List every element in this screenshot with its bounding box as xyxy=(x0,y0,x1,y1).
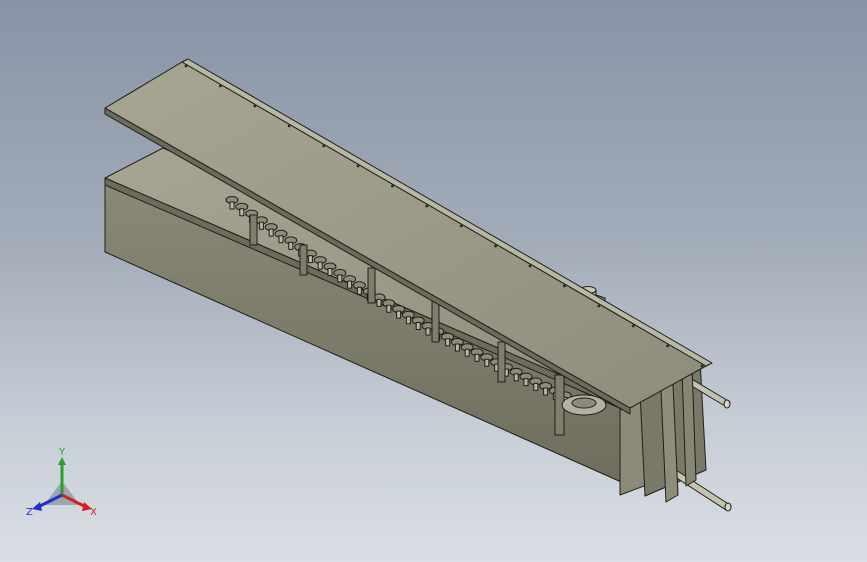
chain-pin xyxy=(337,274,343,283)
view-triad[interactable]: Y X Z xyxy=(26,447,97,518)
chain-pin xyxy=(376,298,382,307)
mounting-hole xyxy=(666,344,669,348)
chain-pin xyxy=(386,304,392,313)
y-axis-head xyxy=(58,457,66,465)
chain-pin xyxy=(396,310,402,319)
chain-pin xyxy=(229,201,235,210)
chain-pin xyxy=(513,373,519,382)
chain-pin xyxy=(533,382,539,391)
chain-pin xyxy=(258,221,264,230)
chain-pin xyxy=(278,235,284,244)
chain-pin xyxy=(464,348,470,357)
mounting-hole xyxy=(425,204,429,208)
chain-pin xyxy=(307,255,313,264)
y-axis-label: Y xyxy=(58,447,66,458)
mounting-hole xyxy=(459,224,463,228)
chain-pin xyxy=(405,316,411,325)
mounting-hole xyxy=(597,304,601,308)
mounting-hole xyxy=(253,104,257,108)
mounting-hole xyxy=(700,364,704,368)
mounting-hole xyxy=(287,124,291,128)
chain-pin xyxy=(356,286,362,295)
mounting-hole xyxy=(391,184,394,188)
sprocket-wheel xyxy=(561,394,607,416)
model-canvas[interactable]: Y X Z xyxy=(0,0,867,562)
chain-pin xyxy=(543,387,549,396)
mounting-hole xyxy=(219,84,222,88)
chain-pin xyxy=(317,261,323,270)
chain-pin xyxy=(415,322,421,330)
chain-pin xyxy=(239,208,245,217)
z-axis-label: Z xyxy=(26,507,33,518)
chain-pin xyxy=(454,343,460,352)
mounting-hole xyxy=(563,284,566,288)
chain-pin xyxy=(288,241,294,250)
x-axis-label: X xyxy=(90,507,97,518)
mounting-hole xyxy=(322,144,325,148)
chain-pin xyxy=(347,280,353,289)
mounting-hole xyxy=(184,64,188,68)
mounting-hole xyxy=(631,324,635,328)
mounting-hole xyxy=(356,164,360,168)
graphics-viewport[interactable]: Y X Z xyxy=(0,0,867,562)
mounting-hole xyxy=(494,244,497,248)
chain-pin xyxy=(474,353,480,362)
mounting-hole xyxy=(528,264,532,268)
conveyor-assembly[interactable] xyxy=(104,58,732,512)
z-axis-head xyxy=(32,502,42,511)
chain-pin xyxy=(327,268,333,276)
chain-pin xyxy=(523,378,529,387)
chain-pin xyxy=(425,327,431,336)
chain-pin xyxy=(445,338,451,347)
chain-pin xyxy=(268,228,274,237)
chain-pin xyxy=(484,358,490,367)
